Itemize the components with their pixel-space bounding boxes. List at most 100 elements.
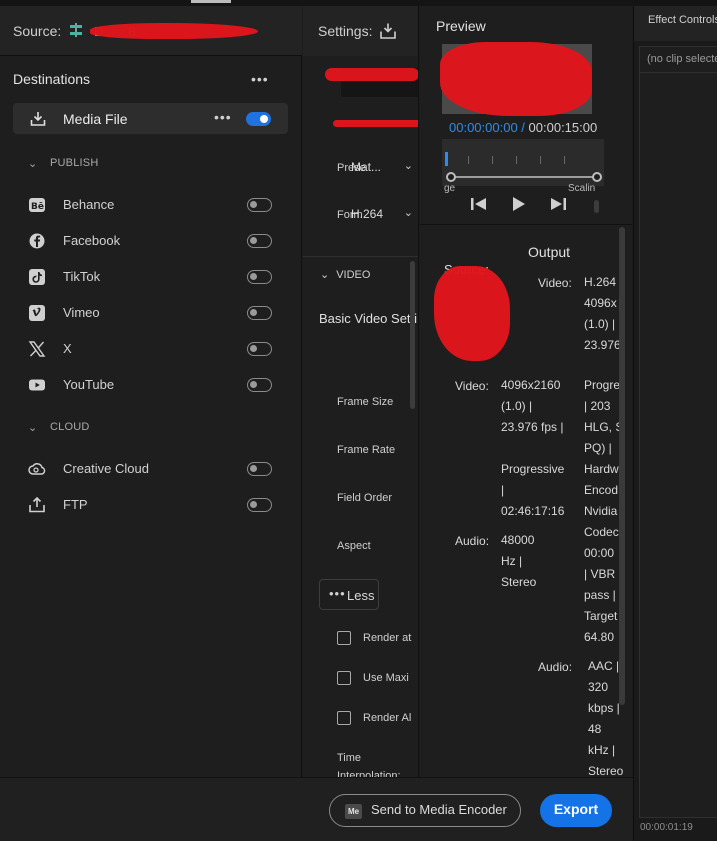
publish-section-label: PUBLISH [50,157,99,169]
effect-controls-panel: Effect Controls (no clip selected) 00:00… [633,6,717,841]
tiktok-toggle[interactable] [247,270,272,284]
save-preset-icon[interactable] [379,22,397,40]
output-video-line: Progre [584,378,621,392]
time-interpolation-label: Time Interpolation: [337,752,401,777]
destination-x[interactable]: X [28,336,278,360]
scrollbar[interactable] [619,227,625,705]
step-forward-icon[interactable] [549,196,567,212]
timecode-display: 00:00:00:00 / 00:00:15:00 [449,120,597,135]
export-button[interactable]: Export [540,794,612,827]
source-audio-line: Stereo [501,575,537,589]
timeline-area[interactable] [442,139,604,186]
source-video-line: 23.976 fps | [501,420,564,434]
preview-title: Preview [436,18,486,34]
destination-label: FTP [63,497,88,512]
destination-tiktok[interactable]: TikTok [28,264,278,288]
playhead[interactable] [445,152,448,166]
step-back-icon[interactable] [470,196,488,212]
less-button[interactable]: ••• Less [319,579,379,610]
media-file-toggle[interactable] [246,112,271,126]
download-icon [30,112,46,126]
chevron-down-icon: ⌄ [28,158,38,170]
no-clip-selected-text: (no clip selected) [647,53,717,65]
svg-text:Bē: Bē [31,202,44,212]
destination-label: TikTok [63,269,101,284]
render-at-max-depth-checkbox[interactable] [337,631,351,645]
destination-behance[interactable]: Bē Behance [28,192,278,216]
use-maximum-render-quality-checkbox[interactable] [337,671,351,685]
facebook-toggle[interactable] [247,234,272,248]
scrollbar[interactable] [410,261,415,409]
destination-label: Behance [63,197,115,212]
vimeo-icon [29,305,45,321]
redaction-mark [90,23,258,39]
render-alpha-checkbox[interactable] [337,711,351,725]
redaction-mark [325,68,418,81]
source-video-line: | [501,483,505,497]
more-dots-icon: ••• [329,586,346,601]
chevron-down-icon: ⌄ [403,207,413,219]
timecode-start[interactable]: 00:00:00:00 [449,120,518,135]
timeline-tick [540,156,541,164]
send-to-media-encoder-button[interactable]: Me Send to Media Encoder [329,794,521,827]
render-at-label: Render at [363,632,412,644]
effect-controls-body: (no clip selected) [639,46,717,818]
use-maximum-label: Use Maxi [363,672,409,684]
timeline-tick [492,156,493,164]
ftp-toggle[interactable] [247,498,272,512]
x-icon [28,341,46,357]
source-audio-details: 48000 Hz | Stereo [501,530,565,593]
youtube-toggle[interactable] [247,378,272,392]
source-video-line: (1.0) | [501,399,533,413]
output-video-line: | VBR [584,567,616,581]
sequence-icon [70,23,82,37]
x-toggle[interactable] [247,342,272,356]
destination-label: X [63,341,72,356]
media-file-destination[interactable]: Media File ••• [13,103,288,134]
scaling-label: Scalin [568,183,596,194]
chevron-down-icon: ⌄ [403,160,413,172]
source-label: Source: [13,23,62,39]
scrollbar[interactable] [594,200,599,213]
preset-select[interactable]: Mat... ⌄ [339,153,418,181]
play-icon[interactable] [511,196,527,212]
destinations-more-button[interactable]: ••• [251,71,269,87]
destination-label: Facebook [63,233,121,248]
tiktok-icon [29,269,45,285]
destination-youtube[interactable]: YouTube [28,372,278,396]
format-value: H.264 [351,207,384,221]
timeline-range-bar [451,176,597,178]
source-video-key: Video: [455,379,489,393]
output-video-line: HLG, S [584,420,624,434]
out-point-handle[interactable] [592,172,602,182]
behance-toggle[interactable] [247,198,272,212]
output-video-details: Progre | 203 HLG, S PQ) | Hardw Encod Nv… [584,375,624,648]
effect-controls-tab[interactable]: Effect Controls [634,6,717,41]
cloud-section-header[interactable]: ⌄ CLOUD [28,421,90,434]
output-audio-line: kHz | [588,743,616,757]
output-video-line: Hardw [584,462,619,476]
vimeo-toggle[interactable] [247,306,272,320]
output-audio-key: Audio: [538,660,573,674]
output-video-line: Codec [584,525,619,539]
destination-ftp[interactable]: FTP [28,492,278,516]
destination-facebook[interactable]: Facebook [28,228,278,252]
output-video-line: 23.976 [584,338,621,352]
media-file-label: Media File [63,111,128,127]
format-select[interactable]: H.264 ⌄ [339,200,418,228]
destination-creative-cloud[interactable]: Creative Cloud [28,456,278,480]
cloud-section-label: CLOUD [50,421,90,433]
active-tab-indicator [191,0,231,3]
destination-label: Vimeo [63,305,100,320]
timecode-separator: / [517,120,529,135]
footer-bar: Me Send to Media Encoder Export [0,777,633,841]
in-point-handle[interactable] [446,172,456,182]
destination-vimeo[interactable]: Vimeo [28,300,278,324]
creative-cloud-toggle[interactable] [247,462,272,476]
output-audio-line: Stereo [588,764,624,777]
media-file-more-button[interactable]: ••• [214,109,232,125]
video-section-header[interactable]: ⌄ VIDEO [320,268,370,281]
timeline-tick [564,156,565,164]
publish-section-header[interactable]: ⌄ PUBLISH [28,157,99,170]
